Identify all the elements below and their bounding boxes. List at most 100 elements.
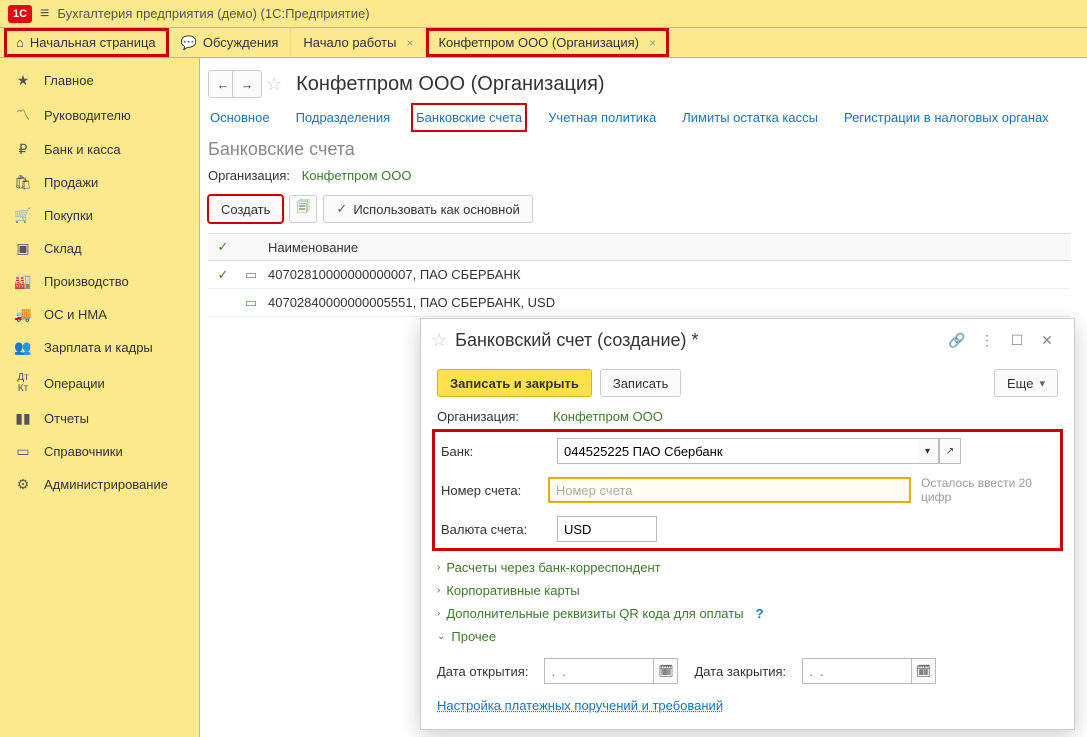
sidebar-item-production[interactable]: 🏭Производство: [0, 265, 199, 298]
save-and-close-button[interactable]: Записать и закрыть: [437, 369, 592, 397]
more-label: Еще: [1007, 376, 1033, 391]
subtab-tax-reg[interactable]: Регистрации в налоговых органах: [842, 106, 1051, 129]
expand-label: Расчеты через банк-корреспондент: [446, 560, 660, 575]
favorite-star-icon[interactable]: ☆: [431, 330, 447, 351]
bag-icon: 🛍: [14, 174, 32, 191]
tab-home[interactable]: ⌂ Начальная страница: [4, 28, 169, 57]
col-name-header[interactable]: Наименование: [264, 240, 1071, 255]
more-button[interactable]: Еще: [994, 369, 1058, 397]
sidebar-item-manager[interactable]: 〽Руководителю: [0, 97, 199, 133]
sidebar-item-sales[interactable]: 🛍Продажи: [0, 166, 199, 199]
bars-icon: ▮▮: [14, 410, 32, 427]
expand-other[interactable]: ⌄Прочее: [437, 625, 1058, 648]
expand-label: Дополнительные реквизиты QR кода для опл…: [446, 606, 743, 621]
ruble-icon: ₽: [14, 141, 32, 158]
use-as-main-button[interactable]: ✓ Использовать как основной: [323, 195, 532, 223]
sidebar-item-warehouse[interactable]: ▣ Склад: [0, 232, 199, 265]
expand-label: Корпоративные карты: [446, 583, 579, 598]
expand-qr[interactable]: › Дополнительные реквизиты QR кода для оп…: [437, 602, 1058, 625]
account-number-input[interactable]: [548, 477, 911, 503]
dropdown-button[interactable]: ▾: [917, 438, 939, 464]
subtab-limits[interactable]: Лимиты остатка кассы: [680, 106, 820, 129]
sidebar-label: Главное: [44, 73, 94, 88]
sidebar-label: Склад: [44, 241, 82, 256]
calendar-icon[interactable]: 🗓: [654, 658, 678, 684]
subtab-policy[interactable]: Учетная политика: [546, 106, 658, 129]
sidebar-label: ОС и НМА: [44, 307, 107, 322]
section-title: Банковские счета: [208, 139, 1071, 160]
bank-input[interactable]: [557, 438, 917, 464]
org-line: Организация: Конфетпром ООО: [208, 168, 1071, 183]
create-button[interactable]: Создать: [208, 195, 283, 223]
currency-input[interactable]: [557, 516, 657, 542]
forward-button[interactable]: →: [232, 70, 262, 98]
tab-org[interactable]: Конфетпром ООО (Организация) ×: [426, 28, 669, 57]
expand-correspondent[interactable]: › Расчеты через банк-корреспондент: [437, 556, 1058, 579]
sidebar-label: Производство: [44, 274, 129, 289]
modal-title: Банковский счет (создание) *: [455, 330, 938, 351]
app-title: Бухгалтерия предприятия (демо) (1С:Предп…: [57, 6, 369, 21]
sidebar-item-main[interactable]: ★Главное: [0, 64, 199, 97]
save-button[interactable]: Записать: [600, 369, 682, 397]
subtab-main[interactable]: Основное: [208, 106, 272, 129]
open-button[interactable]: ↗: [939, 438, 961, 464]
sidebar-item-payroll[interactable]: 👥 Зарплата и кадры: [0, 331, 199, 364]
link-icon[interactable]: 🔗: [946, 329, 968, 351]
check-icon: ✓: [336, 201, 347, 217]
tab-discussions-label: Обсуждения: [203, 35, 279, 50]
row-indicator-icon: ▭: [238, 267, 264, 283]
menu-hamburger-icon[interactable]: ≡: [40, 5, 49, 23]
chevron-right-icon: ›: [437, 562, 440, 573]
tab-start[interactable]: Начало работы ×: [291, 28, 426, 57]
close-icon[interactable]: ×: [402, 36, 413, 50]
subtab-divisions[interactable]: Подразделения: [294, 106, 393, 129]
sidebar-item-admin[interactable]: ⚙ Администрирование: [0, 468, 199, 501]
sidebar-item-assets[interactable]: 🚚 ОС и НМА: [0, 298, 199, 331]
gear-icon: ⚙: [14, 476, 32, 493]
row-text: 40702810000000000007, ПАО СБЕРБАНК: [264, 267, 1071, 282]
modal-toolbar: Записать и закрыть Записать Еще: [437, 369, 1058, 397]
operations-icon: ДтКт: [14, 372, 32, 394]
sidebar-item-directories[interactable]: ▭Справочники: [0, 435, 199, 468]
sidebar-item-reports[interactable]: ▮▮ Отчеты: [0, 402, 199, 435]
sidebar-item-operations[interactable]: ДтКтОперации: [0, 364, 199, 402]
chevron-down-icon: ⌄: [437, 631, 445, 642]
col-check-header: ✓: [208, 239, 238, 255]
sidebar-label: Администрирование: [44, 477, 168, 492]
chevron-right-icon: ›: [437, 608, 440, 619]
sidebar-label: Банк и касса: [44, 142, 121, 157]
sidebar-label: Руководителю: [44, 108, 131, 123]
copy-button[interactable]: 🗐: [289, 195, 317, 223]
grid-row[interactable]: ✓ ▭ 40702810000000000007, ПАО СБЕРБАНК: [208, 261, 1071, 289]
row-check-icon: ✓: [208, 267, 238, 283]
sidebar-item-purchases[interactable]: 🛒Покупки: [0, 199, 199, 232]
truck-icon: 🚚: [14, 306, 32, 323]
tab-discussions[interactable]: 💬 Обсуждения: [169, 28, 292, 57]
calendar-icon[interactable]: 🗓: [912, 658, 936, 684]
favorite-star-icon[interactable]: ☆: [266, 74, 282, 95]
more-icon[interactable]: ⋮: [976, 329, 998, 351]
grid-header: ✓ Наименование: [208, 233, 1071, 261]
sidebar: ★Главное 〽Руководителю ₽Банк и касса 🛍Пр…: [0, 58, 200, 737]
expand-cards[interactable]: ›Корпоративные карты: [437, 579, 1058, 602]
people-icon: 👥: [14, 339, 32, 356]
date-close-input[interactable]: [802, 658, 912, 684]
page-title: Конфетпром ООО (Организация): [296, 73, 604, 96]
sidebar-item-bank[interactable]: ₽ Банк и касса: [0, 133, 199, 166]
sidebar-label: Зарплата и кадры: [44, 340, 153, 355]
grid-row[interactable]: ▭ 40702840000000005551, ПАО СБЕРБАНК, US…: [208, 289, 1071, 317]
subtabs: Основное Подразделения Банковские счета …: [208, 106, 1071, 129]
payment-settings-link[interactable]: Настройка платежных поручений и требован…: [437, 698, 723, 713]
modal-bank-account: ☆ Банковский счет (создание) * 🔗 ⋮ ☐ ✕ З…: [420, 318, 1075, 730]
subtab-bank-accounts[interactable]: Банковские счета: [414, 106, 524, 129]
sidebar-label: Справочники: [44, 444, 123, 459]
maximize-icon[interactable]: ☐: [1006, 329, 1028, 351]
close-icon[interactable]: ×: [645, 36, 656, 50]
org-value: Конфетпром ООО: [302, 168, 412, 183]
sidebar-label: Отчеты: [44, 411, 89, 426]
close-icon[interactable]: ✕: [1036, 329, 1058, 351]
help-icon[interactable]: ?: [756, 606, 764, 621]
date-open-input[interactable]: [544, 658, 654, 684]
bank-label: Банк:: [441, 444, 557, 459]
box-icon: ▣: [14, 240, 32, 257]
